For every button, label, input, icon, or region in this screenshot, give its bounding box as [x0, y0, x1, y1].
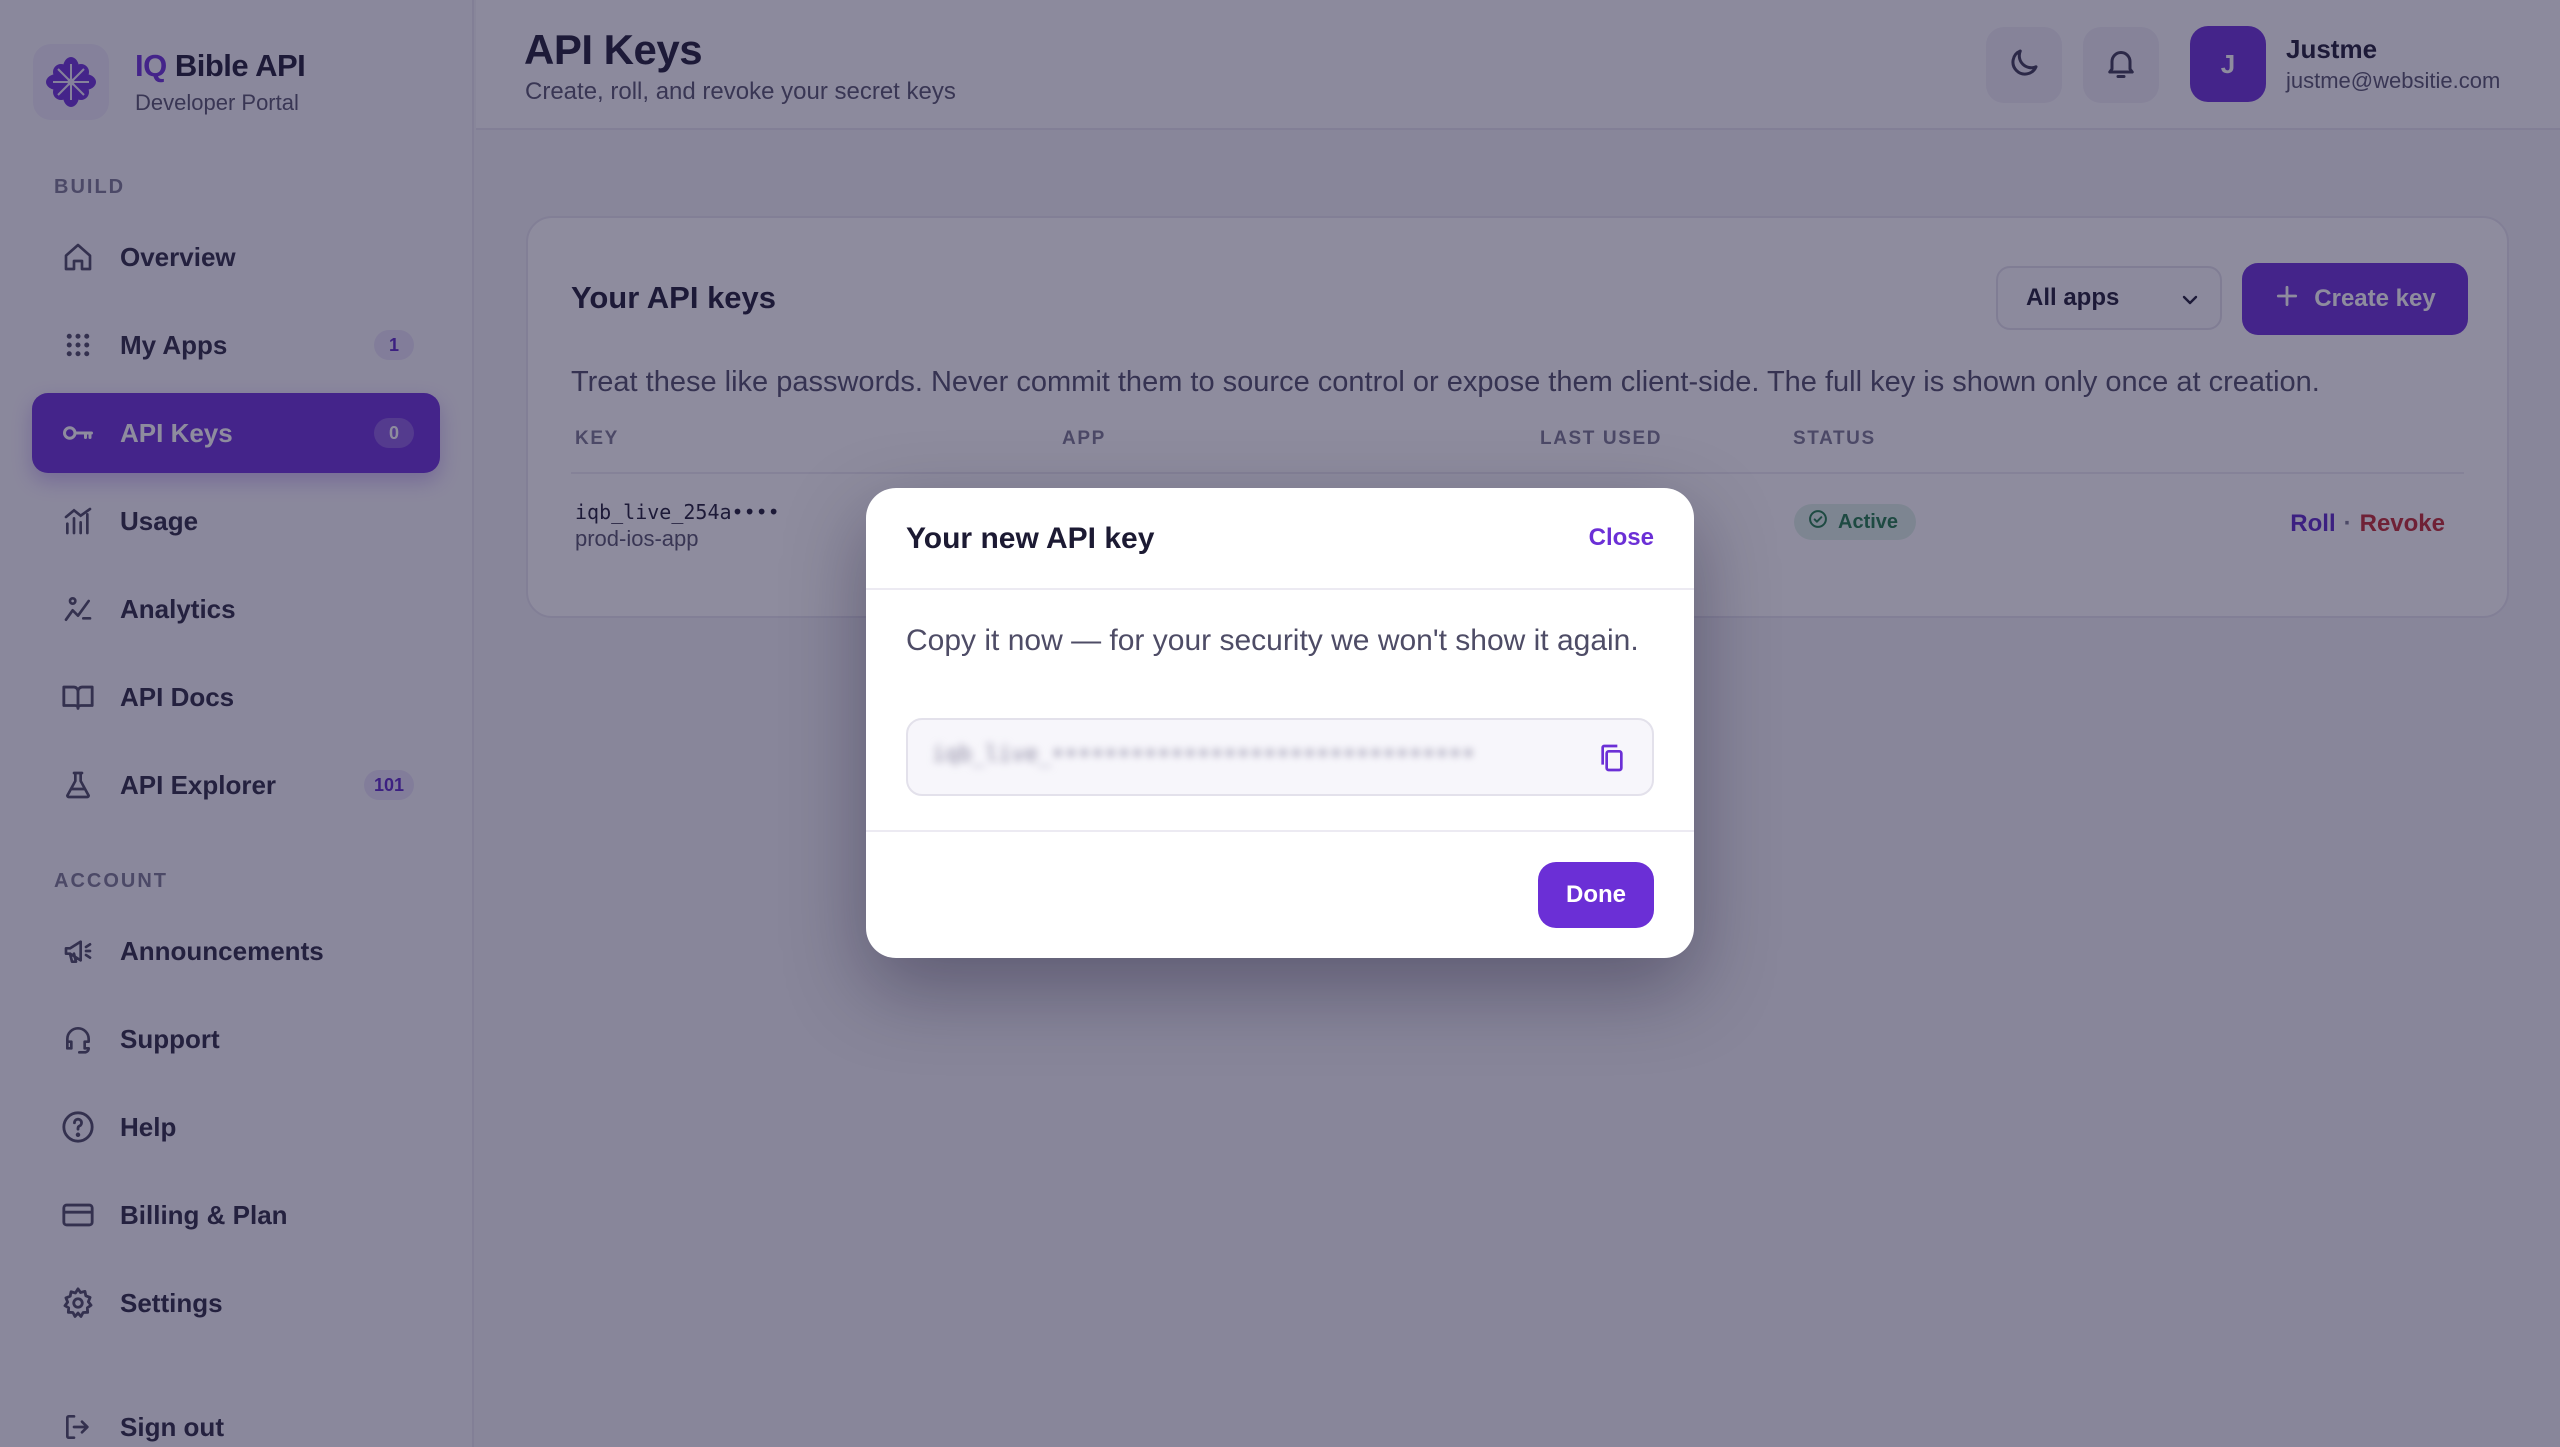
new-api-key-dialog: Your new API key Close Copy it now — for… [866, 488, 1694, 958]
close-button[interactable]: Close [1589, 524, 1654, 552]
app-root: IQ Bible API Developer Portal BUILD Over… [0, 0, 2560, 1447]
dialog-title: Your new API key [906, 522, 1155, 555]
copy-icon[interactable] [1594, 740, 1630, 776]
done-button[interactable]: Done [1538, 862, 1654, 928]
new-key-field[interactable]: iqb_live_•••••••••••••••••••••••••••••••… [906, 718, 1654, 796]
new-key-value: iqb_live_•••••••••••••••••••••••••••••••… [932, 742, 1476, 767]
dialog-divider [866, 588, 1694, 590]
dialog-message: Copy it now — for your security we won't… [906, 624, 1639, 657]
dialog-divider [866, 830, 1694, 832]
